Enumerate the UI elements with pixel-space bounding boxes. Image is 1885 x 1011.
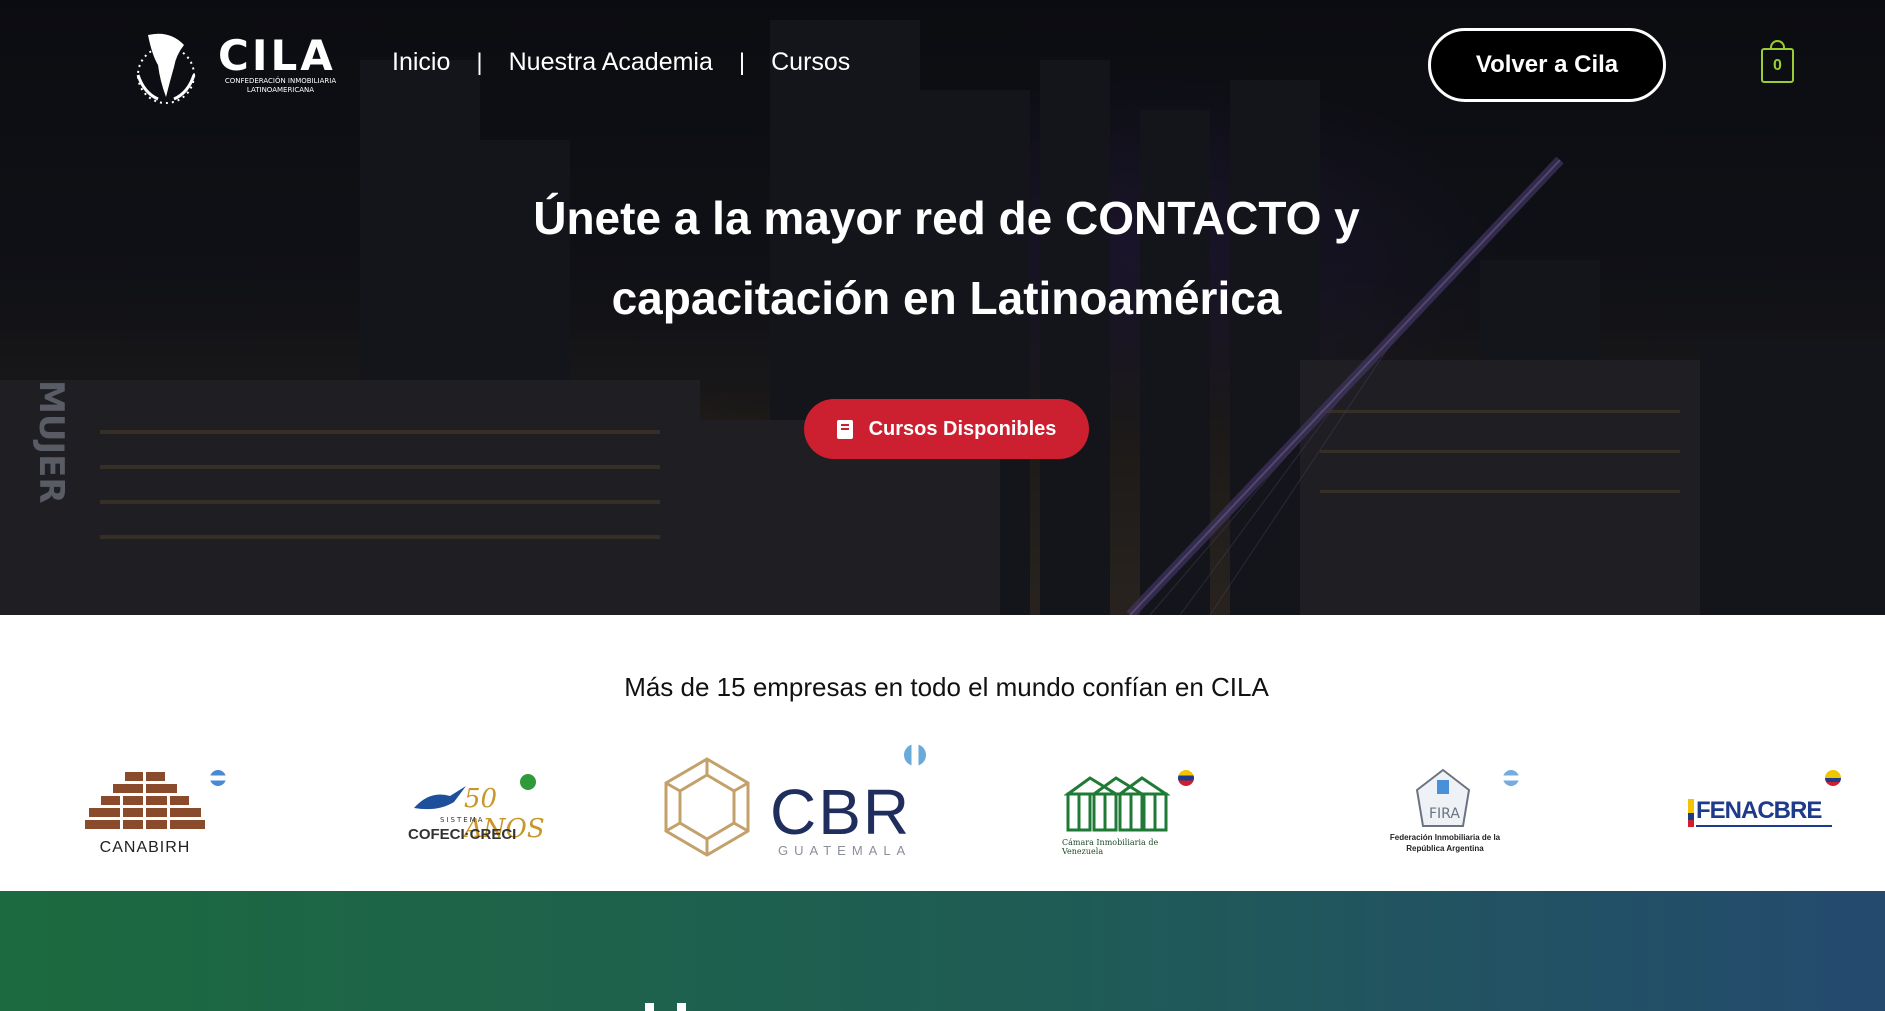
main-nav: Inicio | Nuestra Academia | Cursos	[392, 48, 850, 77]
building-blocks-icon	[1064, 776, 1170, 832]
cila-logo[interactable]: CILA CONFEDERACIÓN INMOBILIARIA LATINOAM…	[118, 25, 338, 107]
svg-text:FIRA: FIRA	[1429, 806, 1460, 822]
partner-logo-canabirh[interactable]: CANABIRH	[85, 770, 215, 856]
logo-subtitle: CONFEDERACIÓN INMOBILIARIA LATINOAMERICA…	[224, 77, 337, 94]
canabirh-pyramid-icon	[85, 772, 205, 829]
book-icon	[836, 419, 853, 439]
nav-cursos[interactable]: Cursos	[771, 48, 850, 77]
canabirh-label: CANABIRH	[99, 839, 191, 856]
flag-brazil-icon	[520, 774, 536, 790]
available-courses-button[interactable]: Cursos Disponibles	[804, 399, 1089, 459]
cofeci-caption: SISTEMA	[440, 816, 485, 824]
nav-nuestra-academia[interactable]: Nuestra Academia	[509, 48, 713, 77]
cut-off-heading-glyphs	[645, 1003, 686, 1011]
partner-logo-camara-venezuela[interactable]: Cámara Inmobiliaria de Venezuela	[1060, 770, 1180, 856]
green-section	[0, 891, 1885, 1011]
hero-title-line1: Únete a la mayor red de CONTACTO y	[533, 192, 1360, 244]
back-to-cila-button[interactable]: Volver a Cila	[1428, 28, 1666, 102]
available-courses-label: Cursos Disponibles	[868, 417, 1057, 440]
cbr-caption: GUATEMALA	[778, 843, 912, 858]
fenacbre-label: FENACBRE	[1696, 797, 1822, 824]
fenacbre-flag-bar	[1688, 799, 1694, 827]
flag-argentina-icon	[1503, 770, 1519, 786]
nav-separator: |	[738, 48, 746, 76]
cart-count: 0	[1773, 56, 1782, 74]
flag-venezuela-icon	[1178, 770, 1194, 786]
partner-logo-fenacbre[interactable]: FENACBRE	[1688, 795, 1840, 831]
fira-emblem-icon: FIRA	[1415, 768, 1471, 827]
flag-ecuador-icon	[1825, 770, 1841, 786]
cbr-geometric-icon	[664, 757, 750, 857]
nav-inicio[interactable]: Inicio	[392, 48, 450, 77]
partner-logo-fira-argentina[interactable]: FIRA Federación Inmobiliaria de la Repúb…	[1385, 768, 1505, 858]
hummingbird-icon	[414, 786, 466, 810]
partner-logo-cbr-guatemala[interactable]: CBR GUATEMALA	[660, 755, 920, 865]
logo-text: CILA	[218, 31, 336, 80]
hero-title: Únete a la mayor red de CONTACTO y capac…	[0, 178, 1885, 338]
partner-logo-cofeci-creci[interactable]: 50 ANOS SISTEMA COFECI·CRECI	[408, 780, 545, 850]
cofeci-label: COFECI·CRECI	[408, 826, 517, 843]
camara-venezuela-label: Cámara Inmobiliaria de Venezuela	[1062, 838, 1159, 856]
flag-honduras-icon	[210, 770, 226, 786]
fenacbre-underline	[1696, 825, 1832, 827]
cbr-label: CBR	[770, 776, 912, 848]
flag-guatemala-icon	[904, 744, 926, 766]
nav-separator: |	[476, 48, 483, 76]
partners-title: Más de 15 empresas en todo el mundo conf…	[624, 672, 1269, 702]
fira-label: Federación Inmobiliaria de la República …	[1389, 833, 1501, 853]
cart-button[interactable]: 0	[1761, 48, 1794, 83]
hero-title-line2: capacitación en Latinoamérica	[611, 272, 1282, 324]
logo-emblem-icon	[136, 33, 196, 104]
